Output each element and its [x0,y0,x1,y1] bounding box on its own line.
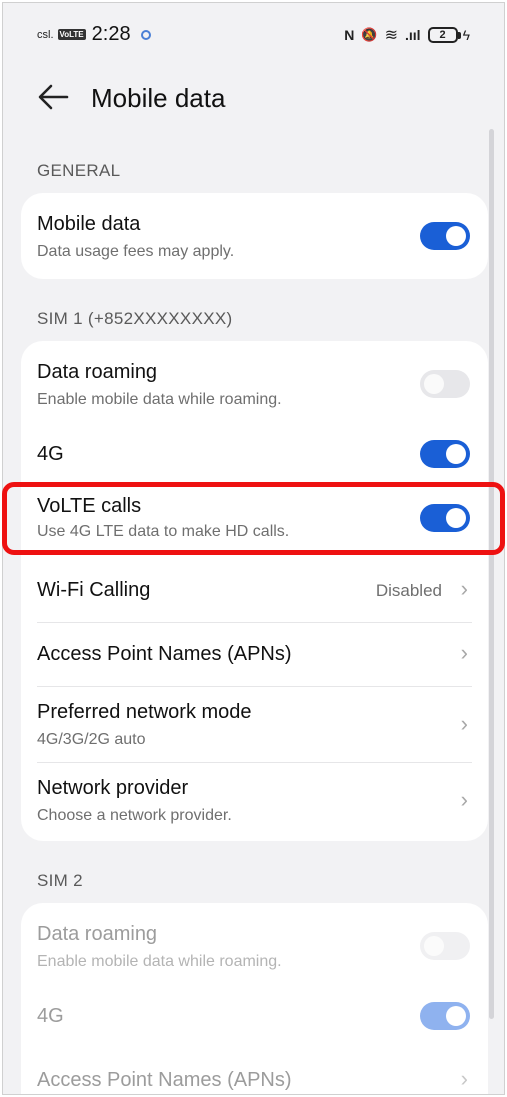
row-title: Network provider [37,777,189,799]
toggle-knob [446,226,466,246]
row-title: Mobile data [37,213,141,235]
card-sim1: Data roaming Enable mobile data while ro… [21,341,488,841]
notification-dot-icon [140,29,151,40]
status-bar: csl. VoLTE 2:28 N 🔕 ≋ .ııl 2 ϟ [3,21,504,51]
status-bar-left: csl. VoLTE 2:28 [37,23,151,46]
status-bar-right: N 🔕 ≋ .ııl 2 ϟ [344,25,470,45]
row-subtitle: Use 4G LTE data to make HD calls. [37,523,290,540]
row-sim2-4g[interactable]: 4G [21,987,488,1045]
row-wifi-calling[interactable]: Wi-Fi Calling Disabled › [21,565,488,623]
chevron-right-icon: › [460,787,468,812]
row-title: VoLTE calls [37,495,142,517]
row-title: Access Point Names (APNs) [37,1069,292,1091]
4g-toggle[interactable] [420,440,470,468]
volte-toggle[interactable] [420,504,470,532]
battery-icon: 2 ϟ [427,27,470,43]
chevron-right-icon: › [460,1066,468,1091]
toggle-knob [446,508,466,528]
toggle-knob [446,444,466,464]
mute-icon: 🔕 [361,27,378,42]
phone-screen: csl. VoLTE 2:28 N 🔕 ≋ .ııl 2 ϟ Mobile da… [2,2,505,1095]
row-network-provider[interactable]: Network provider Choose a network provid… [21,763,488,841]
signal-icon: .ııl [405,27,421,43]
clock: 2:28 [91,23,131,45]
data-roaming-toggle[interactable] [420,370,470,398]
card-sim2: Data roaming Enable mobile data while ro… [21,903,488,1094]
row-title: Preferred network mode [37,701,252,723]
row-data-roaming[interactable]: Data roaming Enable mobile data while ro… [21,341,488,425]
row-sim2-data-roaming[interactable]: Data roaming Enable mobile data while ro… [21,903,488,987]
toggle-knob [446,1006,466,1026]
row-volte-calls[interactable]: VoLTE calls Use 4G LTE data to make HD c… [21,483,488,565]
page-title: Mobile data [91,83,226,113]
row-4g[interactable]: 4G [21,425,488,483]
row-network-mode[interactable]: Preferred network mode 4G/3G/2G auto › [21,687,488,763]
chevron-right-icon: › [460,640,468,665]
section-label-general: GENERAL [37,161,121,180]
section-label-sim1: SIM 1 (+852XXXXXXXX) [37,309,233,328]
charging-icon: ϟ [462,27,470,43]
row-title: Data roaming [37,923,158,945]
chevron-right-icon: › [460,576,468,601]
wifi-calling-value: Disabled [375,581,442,600]
row-title: Data roaming [37,361,158,383]
battery-level: 2 [427,27,458,43]
row-subtitle: Data usage fees may apply. [37,243,235,260]
mobile-data-toggle[interactable] [420,222,470,250]
card-general: Mobile data Data usage fees may apply. [21,193,488,279]
chevron-right-icon: › [460,711,468,736]
battery-tip [457,31,461,39]
app-header: Mobile data [3,73,504,123]
row-subtitle: Enable mobile data while roaming. [37,391,282,408]
row-mobile-data[interactable]: Mobile data Data usage fees may apply. [21,193,488,279]
row-title: 4G [37,1005,64,1027]
row-title: 4G [37,443,64,465]
toggle-knob [424,374,444,394]
back-arrow-icon[interactable] [37,81,71,113]
row-subtitle: Enable mobile data while roaming. [37,953,282,970]
row-apn[interactable]: Access Point Names (APNs) › [21,623,488,687]
wifi-icon: ≋ [384,27,399,44]
row-title: Wi-Fi Calling [37,579,151,601]
row-title: Access Point Names (APNs) [37,643,292,665]
scrollbar[interactable] [489,129,494,1019]
nfc-icon: N [344,27,355,43]
row-subtitle: Choose a network provider. [37,807,232,824]
sim2-4g-toggle[interactable] [420,1002,470,1030]
sim2-data-roaming-toggle[interactable] [420,932,470,960]
row-subtitle: 4G/3G/2G auto [37,731,146,748]
section-label-sim2: SIM 2 [37,871,83,890]
volte-badge-icon: VoLTE [57,29,86,40]
row-sim2-apn[interactable]: Access Point Names (APNs) › [21,1045,488,1094]
toggle-knob [424,936,444,956]
carrier-label: csl. [37,28,54,41]
